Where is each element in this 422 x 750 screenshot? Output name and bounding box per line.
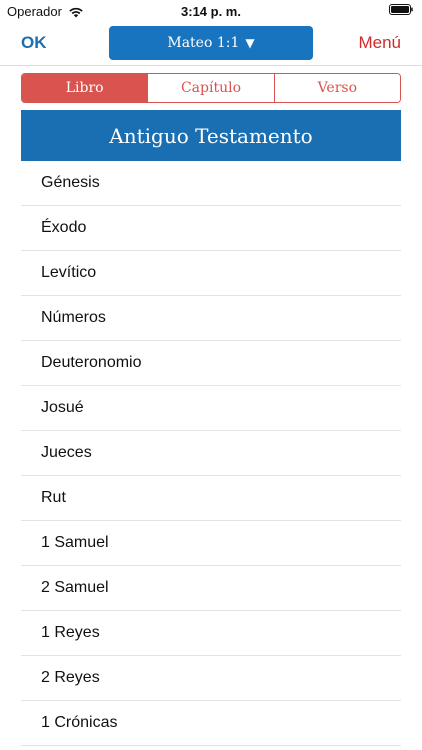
book-list: Génesis Éxodo Levítico Números Deuterono… xyxy=(21,161,401,746)
book-item[interactable]: 1 Reyes xyxy=(21,611,401,656)
menu-button[interactable]: Menú xyxy=(358,33,401,53)
book-item[interactable]: Josué xyxy=(21,386,401,431)
tab-libro[interactable]: Libro xyxy=(22,74,148,102)
book-item[interactable]: Levítico xyxy=(21,251,401,296)
status-bar: Operador 3:14 p. m. xyxy=(0,0,422,22)
book-item[interactable]: 2 Samuel xyxy=(21,566,401,611)
nav-divider xyxy=(0,65,422,66)
book-item[interactable]: Deuteronomio xyxy=(21,341,401,386)
book-item[interactable]: 1 Samuel xyxy=(21,521,401,566)
book-item[interactable]: 1 Crónicas xyxy=(21,701,401,746)
book-item[interactable]: Rut xyxy=(21,476,401,521)
navigation-bar: OK Mateo 1:1 ▼ Menú xyxy=(0,22,422,66)
book-item[interactable]: Jueces xyxy=(21,431,401,476)
tab-verso[interactable]: Verso xyxy=(273,74,400,102)
selection-tabs: Libro Capítulo Verso xyxy=(21,73,401,103)
reference-selector-button[interactable]: Mateo 1:1 ▼ xyxy=(109,26,313,60)
status-time: 3:14 p. m. xyxy=(181,4,241,19)
battery-icon xyxy=(389,4,413,15)
book-item[interactable]: Éxodo xyxy=(21,206,401,251)
caret-down-icon: ▼ xyxy=(245,36,255,50)
section-header: Antiguo Testamento xyxy=(21,110,401,161)
reference-label: Mateo 1:1 xyxy=(167,35,240,51)
book-item[interactable]: Génesis xyxy=(21,161,401,206)
tab-capitulo[interactable]: Capítulo xyxy=(147,74,274,102)
book-item[interactable]: Números xyxy=(21,296,401,341)
book-item[interactable]: 2 Reyes xyxy=(21,656,401,701)
ok-button[interactable]: OK xyxy=(21,33,47,53)
